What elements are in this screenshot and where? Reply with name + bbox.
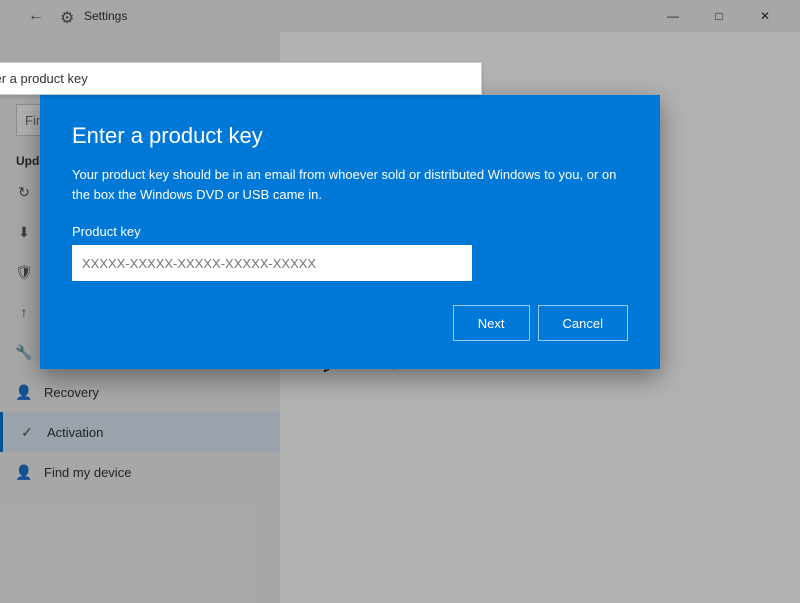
tooltip-text: Enter a product key	[0, 71, 88, 86]
cancel-button[interactable]: Cancel	[538, 305, 628, 341]
dialog-field-label: Product key	[72, 224, 628, 239]
next-button[interactable]: Next	[453, 305, 530, 341]
product-key-dialog: Enter a product key Your product key sho…	[40, 95, 660, 369]
dialog-description: Your product key should be in an email f…	[72, 165, 628, 204]
modal-wrapper: Enter a product key Enter a product key …	[0, 32, 800, 603]
dialog-title: Enter a product key	[72, 123, 628, 149]
dialog-buttons: Next Cancel	[72, 305, 628, 341]
tooltip-bar: Enter a product key	[0, 62, 482, 95]
product-key-input[interactable]	[72, 245, 472, 281]
